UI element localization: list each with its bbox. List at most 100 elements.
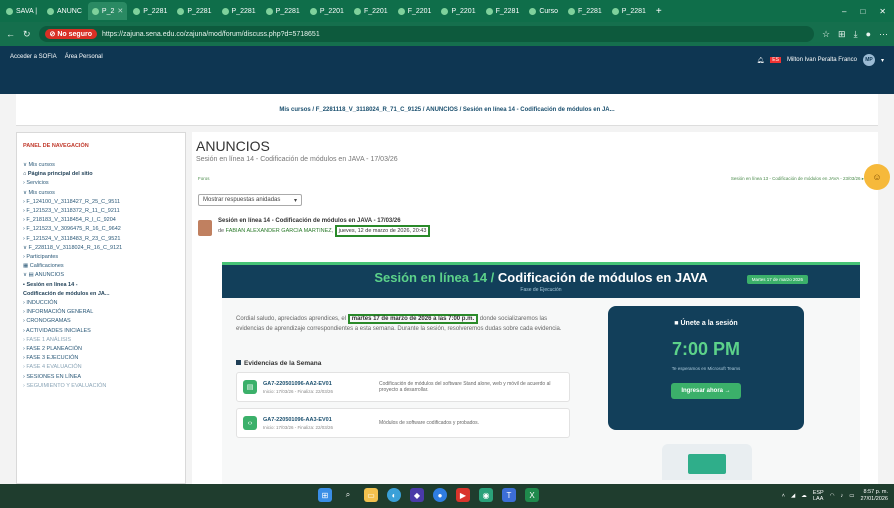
tab-label: Curso (539, 7, 559, 15)
browser-tab[interactable]: P_2281 (173, 2, 215, 20)
navigation-item[interactable]: › F_121523_V_3096475_R_16_C_9642 (23, 225, 179, 234)
search-icon[interactable]: ⌕ (341, 488, 355, 502)
user-name[interactable]: Milton Ivan Peralta Franco (787, 57, 857, 63)
battery-icon[interactable]: ▭ (849, 493, 854, 499)
menu-icon[interactable]: ⋯ (879, 29, 888, 40)
browser-tab[interactable]: ANUNC (43, 2, 86, 20)
navigation-item[interactable]: ▦ Calificaciones (23, 262, 179, 271)
navigation-item[interactable]: › SEGUIMIENTO Y EVALUACIÓN (23, 382, 179, 391)
browser-tab[interactable]: SAVA | (2, 2, 41, 20)
browser-tab[interactable]: P_2201 (306, 2, 348, 20)
browser-tab[interactable]: F_2281 (564, 2, 606, 20)
navigation-item[interactable]: › F_124100_V_3118427_R_25_C_9511 (23, 198, 179, 207)
navigation-item[interactable]: › FASE 3 EJECUCIÓN (23, 354, 179, 363)
notification-icon[interactable]: 🔔︎ (757, 57, 765, 64)
author-avatar[interactable] (198, 220, 212, 236)
navigation-item[interactable]: › Servicios (23, 179, 179, 188)
avatar[interactable]: MP (862, 54, 875, 66)
url-field[interactable]: ⊘ No seguro https://zajuna.sena.edu.co/z… (38, 26, 814, 42)
browser-tab[interactable]: P_2281 (608, 2, 650, 20)
tab-label: P_2281 (231, 7, 256, 15)
browser-tab[interactable]: P_2281 (129, 2, 171, 20)
navigation-item[interactable]: › SESIONES EN LÍNEA (23, 373, 179, 382)
navigation-item[interactable]: › CRONOGRAMAS (23, 317, 179, 326)
close-tab-icon[interactable]: ✕ (117, 7, 123, 15)
next-discussion-link[interactable]: Sesión en línea 13 - Codificación de mód… (731, 176, 864, 182)
evidence-card[interactable]: ‹› GA7-220501096-AA3-EV01 Inicio: 17/03/… (236, 408, 570, 438)
start-icon[interactable]: ⊞ (318, 488, 332, 502)
clock[interactable]: 8:57 p. m. 27/01/2026 (860, 489, 888, 503)
display-mode-select[interactable]: Mostrar respuestas anidadas ▾ (198, 194, 302, 206)
browser-tab[interactable]: P_2201 (437, 2, 479, 20)
speaker-icon[interactable]: ♪ (841, 493, 844, 499)
tab-list: SAVA | ANUNC P_2 ✕ P_2281 P_2281 P_2281 P_2281 P… (0, 2, 650, 20)
teams-icon[interactable]: T (502, 488, 516, 502)
navigation-item[interactable]: ▪ Sesión en línea 14 - (23, 281, 179, 290)
language-indicator[interactable]: ESP LAA (813, 490, 824, 502)
forums-link[interactable]: Foros (198, 176, 210, 181)
network-icon[interactable]: ◢ (791, 493, 795, 499)
extensions-icon[interactable]: ⊞ (838, 29, 846, 40)
excel-icon[interactable]: X (525, 488, 539, 502)
close-icon[interactable]: ✕ (879, 7, 886, 16)
tab-label: P_2201 (451, 7, 476, 15)
maximize-icon[interactable]: □ (860, 7, 865, 16)
post-author-link[interactable]: FABIAN ALEXANDER GARCIA MARTINEZ (226, 228, 332, 234)
hp-icon[interactable]: ◆ (410, 488, 424, 502)
profile-icon[interactable]: ● (866, 29, 871, 39)
new-tab-button[interactable]: + (652, 2, 666, 20)
back-icon[interactable]: ← (6, 29, 15, 39)
navigation-item[interactable]: ∨ Mis cursos (23, 189, 179, 198)
navigation-item[interactable]: ∨ Mis cursos (23, 161, 179, 170)
cloud-icon[interactable]: ☁ (801, 493, 807, 499)
wifi-icon[interactable]: ◠ (830, 493, 835, 499)
navigation-item[interactable]: › Participantes (23, 253, 179, 262)
join-now-button[interactable]: Ingresar ahora → (671, 383, 741, 399)
chat-icon[interactable]: ◉ (479, 488, 493, 502)
evidence-dates: Inicio: 17/03/26 - Finaliza: 22/03/26 (263, 424, 334, 430)
star-icon[interactable]: ☆ (822, 29, 830, 40)
personal-area-link[interactable]: Área Personal (65, 54, 103, 60)
navigation-item[interactable]: › F_218183_V_3118454_R_I_C_9204 (23, 216, 179, 225)
language-flag-icon[interactable]: ES (770, 57, 781, 63)
browser-tab[interactable]: F_2281 (482, 2, 524, 20)
edge-icon[interactable]: ◐ (387, 488, 401, 502)
navigation-item[interactable]: › F_121524_V_3118483_R_23_C_9521 (23, 235, 179, 244)
tab-label: F_2201 (407, 7, 432, 15)
message-highlight: martes 17 de marzo de 2026 a las 7:00 p.… (347, 314, 479, 324)
assistant-fab-icon[interactable]: ☺ (864, 164, 890, 190)
chevron-down-icon: ▾ (293, 197, 297, 204)
browser-tab[interactable]: P_2 ✕ (87, 2, 128, 20)
media-icon[interactable]: ▶ (456, 488, 470, 502)
navigation-item[interactable]: › F_121523_V_3118372_R_11_C_9211 (23, 207, 179, 216)
navigation-item[interactable]: › FASE 4 EVALUACIÓN (23, 363, 179, 372)
browser-tab[interactable]: F_2201 (350, 2, 392, 20)
sofia-link[interactable]: Acceder a SOFIA (10, 54, 57, 60)
navigation-item[interactable]: › FASE 1 ANÁLISIS (23, 336, 179, 345)
browser-tab[interactable]: F_2201 (394, 2, 436, 20)
navigation-item[interactable]: ⌂ Página principal del sitio (23, 170, 179, 179)
banner-title-part2: Codificación de módulos en JAVA (497, 270, 708, 285)
minimize-icon[interactable]: – (842, 7, 846, 16)
evidence-card[interactable]: ▤ GA7-220501096-AA2-EV01 Inicio: 17/03/2… (236, 372, 570, 402)
navigation-item[interactable]: ∨ ▤ ANUNCIOS (23, 271, 179, 280)
not-secure-badge[interactable]: ⊘ No seguro (44, 29, 97, 39)
navigation-item[interactable]: ∨ F_228118_V_3118024_R_16_C_9121 (23, 244, 179, 253)
chrome-icon[interactable]: ● (433, 488, 447, 502)
display-mode-value: Mostrar respuestas anidadas (203, 197, 281, 203)
download-icon[interactable]: ⤓ (854, 29, 858, 40)
browser-tab-bar: SAVA | ANUNC P_2 ✕ P_2281 P_2281 P_2281 P_2281 P… (0, 0, 894, 22)
reload-icon[interactable]: ↻ (23, 29, 31, 40)
chevron-down-icon[interactable]: ▾ (881, 57, 884, 64)
browser-tab[interactable]: P_2281 (262, 2, 304, 20)
navigation-item[interactable]: › INDUCCIÓN (23, 299, 179, 308)
navigation-item[interactable]: › ACTIVIDADES INICIALES (23, 327, 179, 336)
breadcrumb[interactable]: Mis cursos / F_2281118_V_3118024_R_71_C_… (16, 94, 878, 126)
file-explorer-icon[interactable]: ▭ (364, 488, 378, 502)
navigation-item[interactable]: › FASE 2 PLANEACIÓN (23, 345, 179, 354)
chevron-up-icon[interactable]: ˄ (782, 493, 785, 499)
navigation-item[interactable]: › INFORMACIÓN GENERAL (23, 308, 179, 317)
browser-tab[interactable]: Curso (525, 2, 562, 20)
browser-tab[interactable]: P_2281 (218, 2, 260, 20)
navigation-item[interactable]: Codificación de módulos en JA... (23, 290, 179, 299)
